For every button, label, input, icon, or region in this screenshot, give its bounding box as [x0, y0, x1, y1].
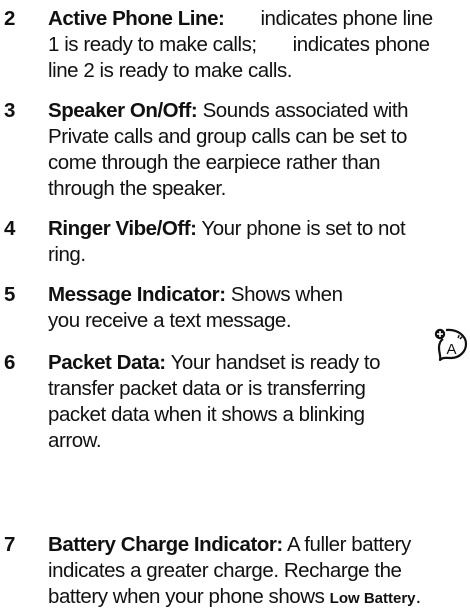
item-text: Your phone is set to not: [201, 217, 406, 240]
item-line: 1 is ready to make calls; indicates phone: [48, 32, 433, 58]
item-text: packet data when it shows a blinking: [48, 403, 365, 426]
item-line: Packet Data: Your handset is ready to: [48, 350, 381, 376]
item-text: Sounds associated with: [202, 99, 409, 122]
manual-page: 2 Active Phone Line: indicates phone line…: [0, 0, 470, 613]
item-title: Battery Charge Indicator:: [48, 533, 283, 556]
item-text: battery when your phone shows: [48, 585, 325, 608]
item-text: 1 is ready to make calls;: [48, 33, 257, 56]
item-text: through the speaker.: [48, 177, 226, 200]
item-text: ring.: [48, 243, 86, 266]
item-title: Speaker On/Off:: [48, 99, 198, 122]
item-text: indicates phone: [292, 33, 430, 56]
item-body: Speaker On/Off: Sounds associated with P…: [48, 98, 408, 202]
item-number: 4: [4, 217, 15, 240]
item-text: .: [415, 585, 422, 608]
item-title: Active Phone Line:: [48, 7, 225, 30]
item-text: line 2 is ready to make calls.: [48, 59, 293, 82]
item-text: you receive a text message.: [48, 309, 292, 332]
item-body: Packet Data: Your handset is ready to tr…: [48, 350, 381, 454]
item-line: battery when your phone shows Low Batter…: [48, 584, 421, 612]
item-text: Shows when: [230, 283, 343, 306]
item-title: Message Indicator:: [48, 283, 226, 306]
item-number: 5: [4, 283, 15, 306]
item-body: Message Indicator: Shows when you receiv…: [48, 282, 343, 334]
item-line: Speaker On/Off: Sounds associated with: [48, 98, 408, 124]
text-message-icon: A: [434, 328, 468, 361]
item-line: Battery Charge Indicator: A fuller batte…: [48, 532, 421, 558]
item-text: come through the earpiece rather than: [48, 151, 381, 174]
item-title: Ringer Vibe/Off:: [48, 217, 197, 240]
item-text: indicates phone line: [260, 7, 433, 30]
item-line: Active Phone Line: indicates phone line: [48, 6, 433, 32]
low-battery-label: Low Battery: [329, 590, 416, 607]
item-body: Ringer Vibe/Off: Your phone is set to no…: [48, 216, 406, 268]
item-number: 2: [4, 7, 15, 30]
item-text: arrow.: [48, 429, 102, 452]
item-number: 6: [4, 351, 15, 374]
item-number: 3: [4, 99, 15, 122]
item-body: Battery Charge Indicator: A fuller batte…: [48, 532, 421, 612]
item-text: transfer packet data or is transferring: [48, 377, 366, 400]
item-body: Active Phone Line: indicates phone line 1…: [48, 6, 433, 84]
item-number: 7: [4, 533, 15, 556]
item-line: Ringer Vibe/Off: Your phone is set to no…: [48, 216, 406, 242]
item-line: Message Indicator: Shows when: [48, 282, 343, 308]
item-text: indicates a greater charge. Recharge the: [48, 559, 402, 582]
item-text: Private calls and group calls can be set…: [48, 125, 407, 148]
item-title: Packet Data:: [48, 351, 166, 374]
item-text: A fuller battery: [286, 533, 411, 556]
svg-text:A: A: [447, 341, 457, 358]
item-text: Your handset is ready to: [170, 351, 381, 374]
